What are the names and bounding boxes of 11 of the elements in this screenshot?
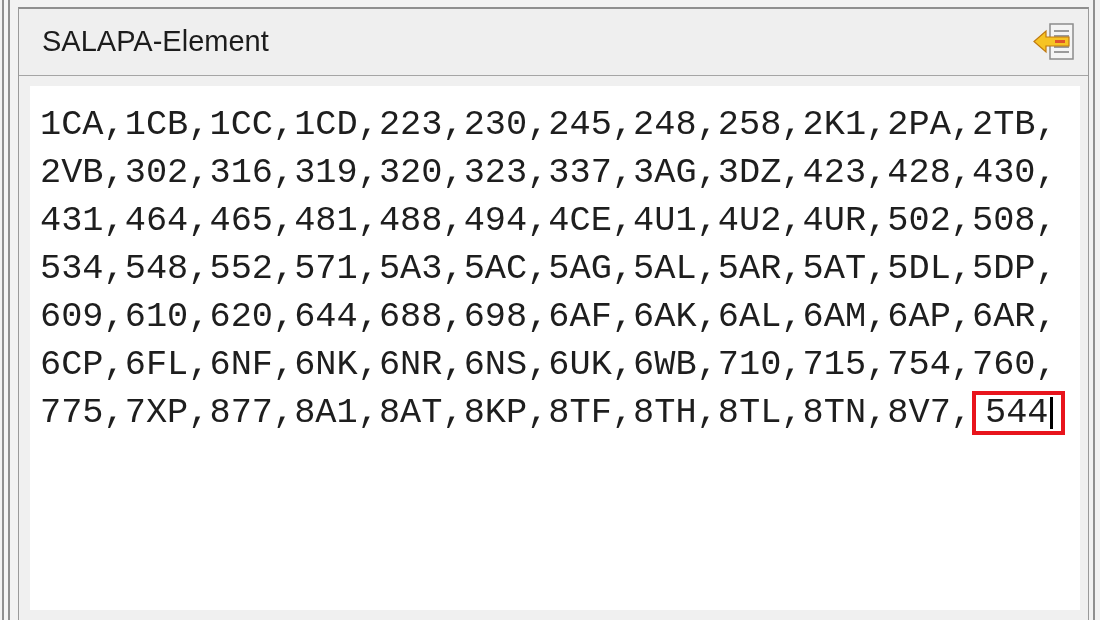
text-line: 431,464,465,481,488,494,4CE,4U1,4U2,4UR,502,508, xyxy=(40,200,1057,243)
arrow-into-document-icon[interactable] xyxy=(1033,22,1075,62)
text-line: 609,610,620,644,688,698,6AF,6AK,6AL,6AM,6AP,6AR, xyxy=(40,296,1057,339)
panel-title: SALAPA-Element xyxy=(42,24,269,60)
highlighted-entry: 544 xyxy=(972,391,1065,435)
text-line: 2VB,302,316,319,320,323,337,3AG,3DZ,423,428,430, xyxy=(40,152,1057,195)
text-line: 775,7XP,877,8A1,8AT,8KP,8TF,8TH,8TL,8TN,8V7, xyxy=(40,392,972,435)
text-area[interactable] xyxy=(30,86,1080,610)
text-line: 6CP,6FL,6NF,6NK,6NR,6NS,6UK,6WB,710,715,754,760, xyxy=(40,344,1057,387)
text-line: 1CA,1CB,1CC,1CD,223,230,245,248,258,2K1,2PA,2TB, xyxy=(40,104,1057,147)
text-line: 534,548,552,571,5A3,5AC,5AG,5AL,5AR,5AT,5DL,5DP, xyxy=(40,248,1057,291)
